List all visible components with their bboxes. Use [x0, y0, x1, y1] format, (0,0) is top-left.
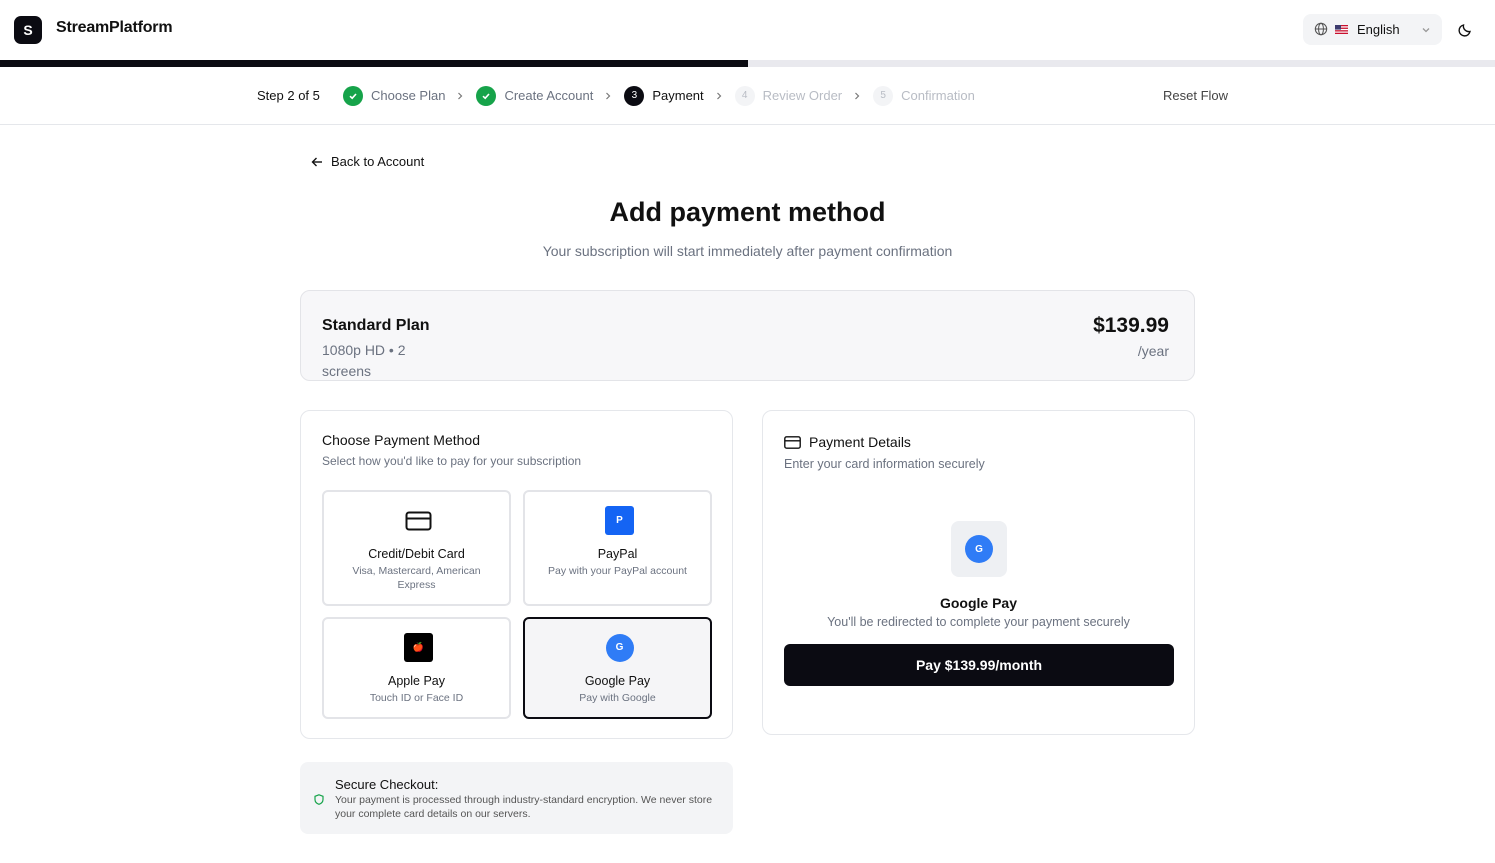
method-name: Google Pay — [584, 674, 651, 688]
us-flag-icon — [1335, 25, 1348, 34]
method-option-card[interactable]: Credit/Debit Card Visa, Mastercard, Amer… — [322, 490, 511, 606]
payment-details-heading: Payment Details — [809, 434, 911, 450]
step-label: Review Order — [762, 88, 843, 103]
plan-summary: Standard Plan 1080p HD • 2 screens $139.… — [300, 290, 1195, 381]
chevron-right-icon — [458, 92, 463, 99]
plan-price: $139.99 — [1093, 314, 1169, 337]
step-label: Payment — [652, 88, 704, 103]
method-name: PayPal — [597, 547, 638, 561]
payment-details-subheading: Enter your card information securely — [784, 457, 985, 471]
steps-bar: Step 2 of 5 Choose Plan Create Account 3 Pa… — [0, 67, 1495, 125]
check-circle-icon — [476, 85, 497, 106]
credit-card-icon — [784, 436, 801, 449]
step-number: 5 — [873, 85, 894, 106]
progress-bar — [0, 60, 1495, 67]
step-label: Confirmation — [901, 88, 975, 103]
step-2: Create Account — [476, 85, 624, 106]
step-3: 3 Payment — [624, 85, 734, 106]
google-pay-icon: G — [965, 535, 993, 563]
method-option-google-pay[interactable]: G Google Pay Pay with Google — [523, 617, 712, 719]
shield-icon — [314, 794, 324, 805]
progress-fill — [0, 60, 748, 67]
plan-period: /year — [1137, 343, 1169, 359]
language-label: English — [1357, 22, 1400, 37]
credit-card-icon — [404, 506, 433, 535]
step-5: 5 Confirmation — [873, 85, 975, 106]
apple-pay-icon: 🍎 — [404, 633, 433, 662]
plan-description: 1080p HD • 2 screens — [322, 342, 406, 379]
arrow-left-icon — [311, 157, 322, 166]
moon-icon[interactable] — [1457, 22, 1473, 38]
secure-checkout-note: Secure Checkout: Your payment is process… — [300, 762, 733, 834]
step-number: 4 — [734, 85, 755, 106]
payment-method-card: Choose Payment Method Select how you'd l… — [300, 410, 733, 739]
app-logo[interactable]: S — [14, 16, 42, 44]
step-indicator: Choose Plan Create Account 3 Payment 4 Review… — [343, 85, 975, 106]
method-desc: Pay with your PayPal account — [548, 565, 687, 577]
chevron-right-icon — [606, 92, 611, 99]
chevron-down-icon — [1422, 28, 1430, 33]
step-1: Choose Plan — [343, 85, 476, 106]
pay-button[interactable]: Pay $139.99/month — [784, 644, 1174, 686]
step-number: 3 — [624, 85, 645, 106]
method-desc: Pay with Google — [579, 692, 656, 704]
selected-method-name: Google Pay — [939, 595, 1018, 611]
paypal-icon: P — [605, 506, 634, 535]
language-selector[interactable]: English — [1303, 14, 1442, 45]
page-subtitle: Your subscription will start immediately… — [542, 243, 953, 259]
back-link-label: Back to Account — [331, 154, 425, 169]
check-circle-icon — [343, 85, 363, 106]
method-desc: Touch ID or Face ID — [369, 692, 464, 704]
step-label: Choose Plan — [371, 88, 446, 103]
step-4: 4 Review Order — [734, 85, 873, 106]
selected-method-badge: G — [951, 521, 1007, 577]
chevron-right-icon — [855, 92, 860, 99]
step-label: Create Account — [504, 88, 594, 103]
method-name: Credit/Debit Card — [368, 547, 465, 561]
redirect-note: You'll be redirected to complete your pa… — [827, 615, 1130, 629]
payment-details-card: Payment Details Enter your card informat… — [762, 410, 1195, 735]
method-option-paypal[interactable]: P PayPal Pay with your PayPal account — [523, 490, 712, 606]
reset-flow-button[interactable]: Reset Flow — [1163, 88, 1228, 103]
brand-name[interactable]: StreamPlatform — [56, 19, 173, 37]
top-header: S StreamPlatform English — [0, 0, 1495, 60]
secure-text: Your payment is processed through indust… — [335, 794, 713, 820]
page-title: Add payment method — [609, 197, 886, 227]
method-desc: Visa, Mastercard, American Express — [352, 565, 481, 591]
globe-icon — [1314, 22, 1328, 36]
plan-name: Standard Plan — [322, 317, 430, 334]
step-counter: Step 2 of 5 — [257, 88, 320, 103]
method-name: Apple Pay — [388, 674, 445, 688]
chevron-right-icon — [716, 92, 722, 99]
google-pay-icon: G — [605, 633, 634, 662]
secure-heading: Secure Checkout: — [335, 777, 439, 792]
back-to-account-link[interactable]: Back to Account — [311, 154, 424, 169]
payment-method-heading: Choose Payment Method — [322, 432, 480, 448]
payment-method-subheading: Select how you'd like to pay for your su… — [322, 454, 582, 468]
method-option-apple-pay[interactable]: 🍎 Apple Pay Touch ID or Face ID — [322, 617, 511, 719]
